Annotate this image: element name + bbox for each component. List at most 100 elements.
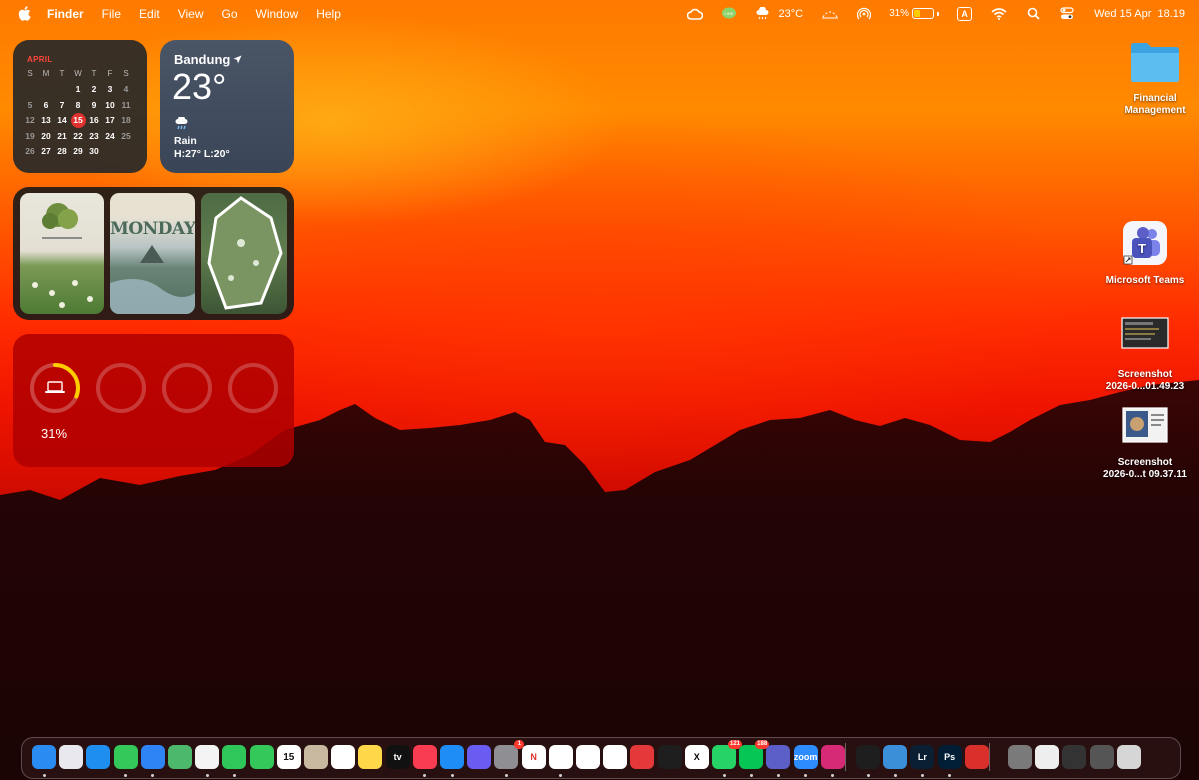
calendar-day: 10 [105,99,115,110]
calendar-day: 14 [57,115,67,126]
running-indicator [205,774,209,777]
menu-file[interactable]: File [102,7,121,21]
battery-status[interactable]: 31% [889,8,940,19]
dock-phone-icon[interactable] [249,745,274,769]
calendar-day [54,82,70,98]
weather-icon[interactable] [754,5,772,23]
dock-facetime-icon[interactable] [222,745,247,769]
weekday-header: F [107,69,113,79]
dock-apple-tv-icon[interactable]: tv [385,745,410,769]
control-center-icon[interactable] [1058,5,1076,23]
dock-reminders-icon[interactable] [331,745,356,769]
photo-3-art [207,196,283,310]
menu-go[interactable]: Go [222,7,238,21]
dock-messages-icon[interactable] [113,745,138,769]
photo-3[interactable] [201,193,287,314]
dock-figma-icon[interactable] [657,745,682,769]
dock-whatsapp-icon[interactable]: 121 [712,740,742,769]
search-icon[interactable] [1024,5,1042,23]
desktop-icon-label: 2026-0...t 09.37.11 [1103,469,1187,480]
dock-youtube-icon[interactable] [548,745,573,769]
dock-downloads-stack-icon[interactable] [1008,745,1032,769]
weekday-header: T [59,69,65,79]
dock-finder-icon[interactable] [32,745,56,769]
creative-cloud-icon[interactable] [686,5,704,23]
running-indicator [866,774,870,777]
dock-app-store-icon[interactable] [440,745,464,769]
dock-music-icon[interactable] [412,745,437,769]
dock-line-icon[interactable]: 188 [739,740,770,769]
battery-ring-empty-1 [96,363,146,413]
dock-photoshop-icon[interactable]: Ps [937,745,962,769]
weather-high-low: H:27° L:20° [174,148,230,160]
desktop-icon-screenshot-2[interactable]: Screenshot 2026-0...t 09.37.11 [1100,406,1190,481]
desktop-icon-microsoft-teams[interactable]: T Microsoft Teams [1100,220,1190,287]
dock-google-drive-icon[interactable] [576,745,600,769]
menu-view[interactable]: View [178,7,204,21]
weather-widget[interactable]: Bandung 23° Rain H:27° L:20° [160,40,294,173]
dock-system-settings-icon[interactable]: 1 [494,740,525,769]
airdrop-icon[interactable] [855,5,873,23]
dock-safari-icon[interactable] [86,745,111,769]
photo-2-art [110,245,195,314]
weather-temperature: 23° [172,66,227,107]
menubar-weather-temp[interactable]: 23°C [778,8,803,20]
dock-x-icon[interactable]: X [684,745,709,769]
batteries-widget[interactable]: 31% [13,334,294,467]
calendar-day: 23 [89,130,99,141]
focus-icon[interactable] [821,5,839,23]
dock-notes-icon[interactable] [358,745,383,769]
screenshot-icon [1121,317,1169,349]
dock-screenshot-stack-icon[interactable] [1089,745,1114,769]
line-icon[interactable]: LINE [720,5,738,23]
menubar-clock[interactable]: Wed 15 Apr 18.19 [1094,8,1185,20]
dock-mail-icon[interactable] [140,745,165,769]
dock-teams-icon[interactable] [766,745,791,769]
calendar-widget[interactable]: APRIL S M T W T F S 1 2 3 4 5 6 7 8 9 10… [13,40,147,173]
dock-launchpad-icon[interactable] [59,745,84,769]
screenshot-icon [1122,407,1168,443]
running-indicator [893,774,897,777]
running-indicator [749,774,753,777]
wifi-icon[interactable] [990,5,1008,23]
dock-netflix-icon[interactable]: N [521,745,546,769]
calendar-day [22,82,38,98]
desktop-icon-screenshot-1[interactable]: Screenshot 2026-0...01.49.23 [1100,316,1190,393]
photo-1[interactable] [20,193,104,314]
dock-maps-icon[interactable] [168,745,192,769]
input-source-icon[interactable]: A [957,6,973,21]
dock-lightroom-icon[interactable]: Lr [910,745,935,769]
apple-icon[interactable] [15,5,33,23]
photo-2[interactable]: MONDAY [110,193,195,314]
dock-photos-icon[interactable] [195,745,220,769]
status-menus: LINE 23°C 31% A Wed 15 Apr 18.19 [678,0,1185,27]
menu-help[interactable]: Help [316,7,341,21]
dock-contacts-icon[interactable] [304,745,328,769]
dock-zoom-icon[interactable]: zoom [793,745,818,769]
weekday-header: T [91,69,97,79]
desktop-icon-financial-management[interactable]: Financial Management [1110,40,1199,117]
menu-window[interactable]: Window [256,7,299,21]
calendar-day: 21 [57,130,67,141]
menu-app-finder[interactable]: Finder [47,7,84,21]
dock-document-stack-icon[interactable] [1035,745,1060,769]
weather-city-row: Bandung [174,52,242,67]
photos-widget[interactable]: MONDAY [13,187,294,320]
calendar-today: 15 [70,112,86,129]
dock-activity-monitor-icon[interactable] [856,745,880,769]
dock-folder-stack-icon[interactable] [1062,745,1087,769]
dock-calendar-icon[interactable]: 15 [276,745,301,769]
dock-shortcuts-icon[interactable] [467,745,492,769]
dock-creative-cloud-icon[interactable] [630,745,655,769]
menu-edit[interactable]: Edit [139,7,160,21]
dock-trash-icon[interactable] [1116,745,1141,769]
dock-scanner-icon[interactable] [964,745,989,769]
battery-ring-empty-3 [228,363,278,413]
dock-pinterest-icon[interactable] [603,745,628,769]
dock-instagram-icon[interactable] [820,745,845,769]
calendar-day: 2 [91,84,97,95]
calendar-day: 13 [41,115,51,126]
dock-backup-icon[interactable] [883,745,908,769]
running-indicator [504,774,508,777]
calendar-day: 24 [105,130,115,141]
